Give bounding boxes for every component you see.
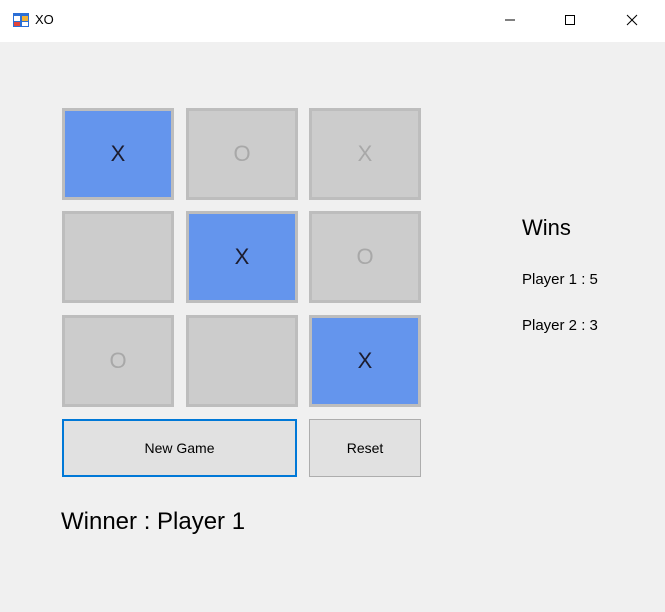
app-icon [13,12,29,28]
minimize-icon [505,19,515,21]
player2-score: Player 2 : 3 [522,317,598,334]
new-game-label: New Game [144,440,215,456]
window-title: XO [35,12,54,27]
winner-label: Winner : Player 1 [61,508,246,535]
cell-mark: O [233,141,251,166]
maximize-button[interactable] [540,0,600,40]
board-cell-9[interactable]: X [309,315,421,407]
board-cell-3[interactable]: X [309,108,421,200]
player1-score: Player 1 : 5 [522,271,598,288]
board-cell-8[interactable] [186,315,298,407]
close-icon [626,14,638,26]
minimize-button[interactable] [480,0,540,40]
wins-title: Wins [522,215,571,240]
cell-mark: X [234,244,250,269]
board-cell-6[interactable]: O [309,211,421,303]
cell-mark: X [357,141,373,166]
close-button[interactable] [602,0,662,40]
cell-mark: O [356,244,374,269]
board-cell-2[interactable]: O [186,108,298,200]
board-cell-7[interactable]: O [62,315,174,407]
board-cell-4[interactable] [62,211,174,303]
new-game-button[interactable]: New Game [62,419,297,477]
cell-mark: X [357,348,373,373]
reset-label: Reset [346,440,384,456]
maximize-icon [565,15,575,25]
board-cell-1[interactable]: X [62,108,174,200]
title-bar: XO [0,0,665,42]
cell-mark: X [110,141,126,166]
cell-mark: O [109,348,127,373]
reset-button[interactable]: Reset [309,419,421,477]
board-cell-5[interactable]: X [186,211,298,303]
